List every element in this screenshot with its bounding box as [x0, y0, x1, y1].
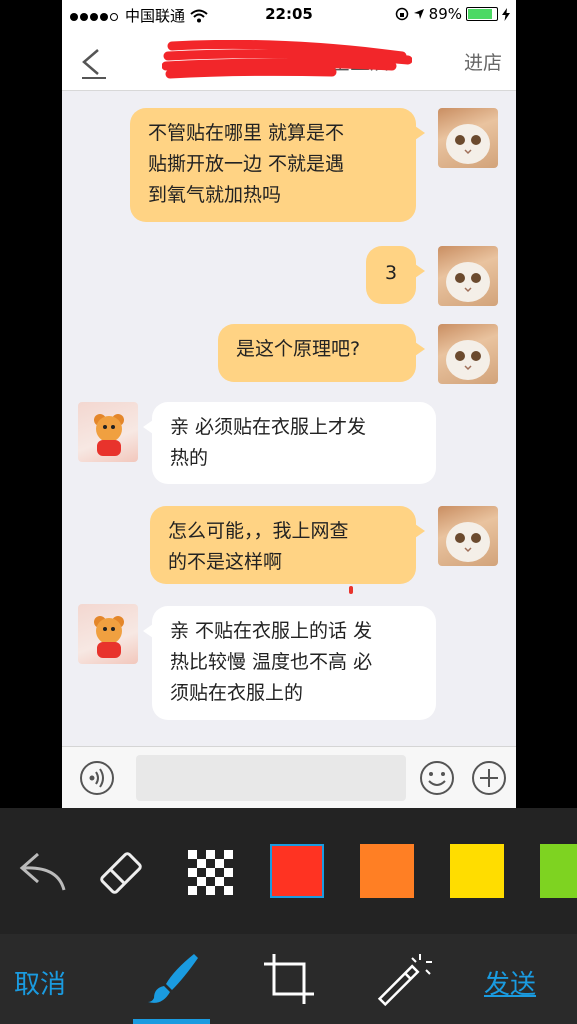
send-button[interactable]: 发送 [484, 964, 536, 1001]
redaction-scribble [162, 40, 412, 79]
chat-message-list: 不管贴在哪里 就算是不 贴撕开放一边 不就是遇 到氧气就加热吗 3 是这个原理吧… [62, 90, 516, 746]
bear-mascot-icon [94, 414, 124, 456]
cat-face-icon [446, 124, 490, 164]
bear-mascot-icon [94, 616, 124, 658]
brush-icon[interactable] [144, 950, 200, 1006]
seller-avatar[interactable] [78, 604, 138, 664]
location-arrow-icon [413, 9, 424, 19]
active-tool-indicator [133, 1019, 210, 1024]
message-bubble-incoming[interactable]: 亲 不贴在衣服上的话 发 热比较慢 温度也不高 必 须贴在衣服上的 [143, 606, 436, 720]
my-avatar[interactable] [438, 108, 498, 168]
battery-icon [466, 7, 498, 21]
battery-percent: 89% [428, 5, 462, 23]
emoji-icon[interactable] [418, 759, 456, 797]
my-avatar[interactable] [438, 324, 498, 384]
status-bar: 中国联通 22:05 89% [62, 0, 516, 28]
color-swatch-green[interactable] [540, 844, 577, 898]
crop-icon[interactable] [262, 952, 316, 1006]
enter-shop-button[interactable]: 进店 [464, 48, 502, 75]
message-bubble-incoming[interactable]: 亲 必须贴在衣服上才发 热的 [143, 402, 436, 484]
rotation-lock-icon [395, 7, 408, 21]
color-swatch-yellow[interactable] [450, 844, 504, 898]
editor-bottom-bar: 取消 发送 [0, 934, 577, 1024]
editor-tool-row [0, 808, 577, 934]
my-avatar[interactable] [438, 506, 498, 566]
my-avatar[interactable] [438, 246, 498, 306]
message-bubble-outgoing[interactable]: 不管贴在哪里 就算是不 贴撕开放一边 不就是遇 到氧气就加热吗 [130, 108, 425, 222]
message-bubble-outgoing[interactable]: 怎么可能，，我上网查 的不是这样啊 [150, 506, 425, 584]
color-swatch-red[interactable] [270, 844, 324, 898]
red-dot-mark [349, 586, 353, 594]
message-bubble-outgoing[interactable]: 3 [366, 246, 425, 304]
cat-face-icon [446, 340, 490, 380]
charging-bolt-icon [502, 7, 510, 21]
eraser-icon[interactable] [96, 848, 146, 898]
mosaic-icon[interactable] [188, 850, 234, 896]
message-input[interactable] [136, 755, 406, 801]
undo-icon[interactable] [18, 848, 70, 894]
seller-avatar[interactable] [78, 402, 138, 462]
add-attachment-icon[interactable] [470, 759, 508, 797]
phone-screen: 中国联通 22:05 89% …業企业店 进店 不管贴在哪里 就算是不 贴撕开放… [62, 0, 516, 808]
color-swatch-orange[interactable] [360, 844, 414, 898]
voice-input-icon[interactable] [78, 759, 116, 797]
cat-face-icon [446, 262, 490, 302]
cat-face-icon [446, 522, 490, 562]
cancel-button[interactable]: 取消 [14, 964, 66, 1001]
chat-input-bar [62, 746, 516, 808]
image-editor-panel: 取消 发送 [0, 808, 577, 1024]
magic-wand-icon[interactable] [374, 952, 434, 1008]
back-chevron-icon[interactable] [72, 44, 108, 80]
message-bubble-outgoing[interactable]: 是这个原理吧? [218, 324, 425, 382]
nav-bar: …業企业店 进店 [62, 28, 516, 91]
